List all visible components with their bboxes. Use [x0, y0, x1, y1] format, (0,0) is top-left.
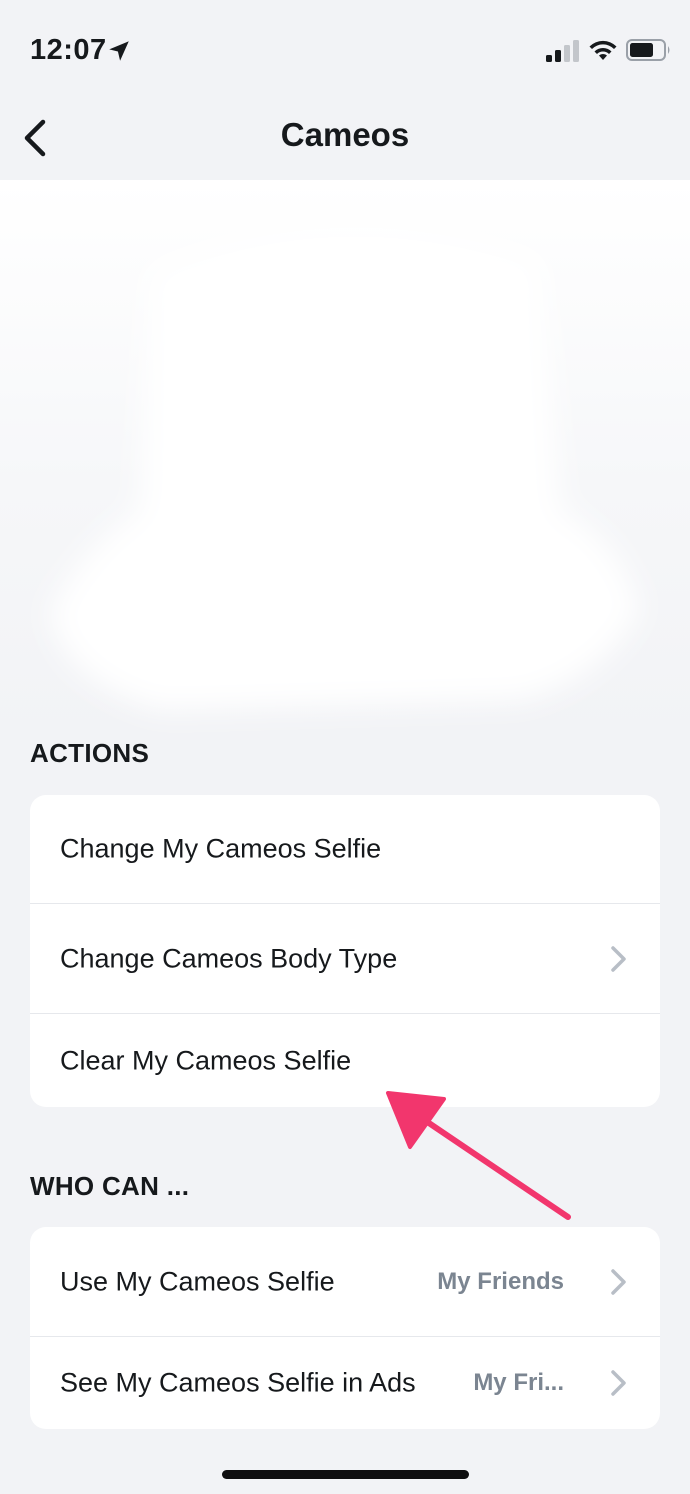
row-label: Change My Cameos Selfie [60, 833, 382, 864]
cameo-selfie-preview [0, 180, 690, 735]
row-label: Clear My Cameos Selfie [60, 1045, 352, 1075]
row-label: See My Cameos Selfie in Ads [60, 1367, 416, 1398]
row-label: Use My Cameos Selfie [60, 1266, 335, 1296]
chevron-right-icon [611, 1370, 626, 1396]
chevron-right-icon [611, 1268, 626, 1295]
row-label: Change Cameos Body Type [60, 943, 398, 973]
chevron-right-icon [611, 945, 626, 972]
actions-section-header: ACTIONS [30, 738, 150, 768]
selfie-placeholder-image [0, 180, 690, 735]
home-indicator[interactable] [222, 1470, 469, 1479]
nav-bar: Cameos [0, 100, 690, 176]
annotation-arrow-icon [386, 1091, 571, 1220]
see-cameos-selfie-in-ads-row[interactable]: See My Cameos Selfie in Ads My Fri... [30, 1337, 660, 1429]
status-bar: 12:07 [0, 0, 690, 100]
location-arrow-icon [109, 41, 129, 61]
change-cameos-selfie-row[interactable]: Change My Cameos Selfie [30, 795, 660, 903]
use-cameos-selfie-row[interactable]: Use My Cameos Selfie My Friends [30, 1227, 660, 1336]
status-time: 12:07 [30, 34, 107, 66]
who-can-section-header: WHO CAN ... [30, 1171, 190, 1201]
page-title: Cameos [280, 116, 410, 153]
cellular-signal-icon [546, 40, 579, 62]
row-value: My Fri... [473, 1369, 564, 1396]
wifi-icon [589, 40, 617, 60]
row-value: My Friends [437, 1267, 564, 1295]
change-body-type-row[interactable]: Change Cameos Body Type [30, 904, 660, 1013]
battery-icon [626, 39, 670, 61]
actions-card: Change My Cameos Selfie Change Cameos Bo… [30, 795, 660, 1107]
who-can-card: Use My Cameos Selfie My Friends See My C… [30, 1227, 660, 1429]
